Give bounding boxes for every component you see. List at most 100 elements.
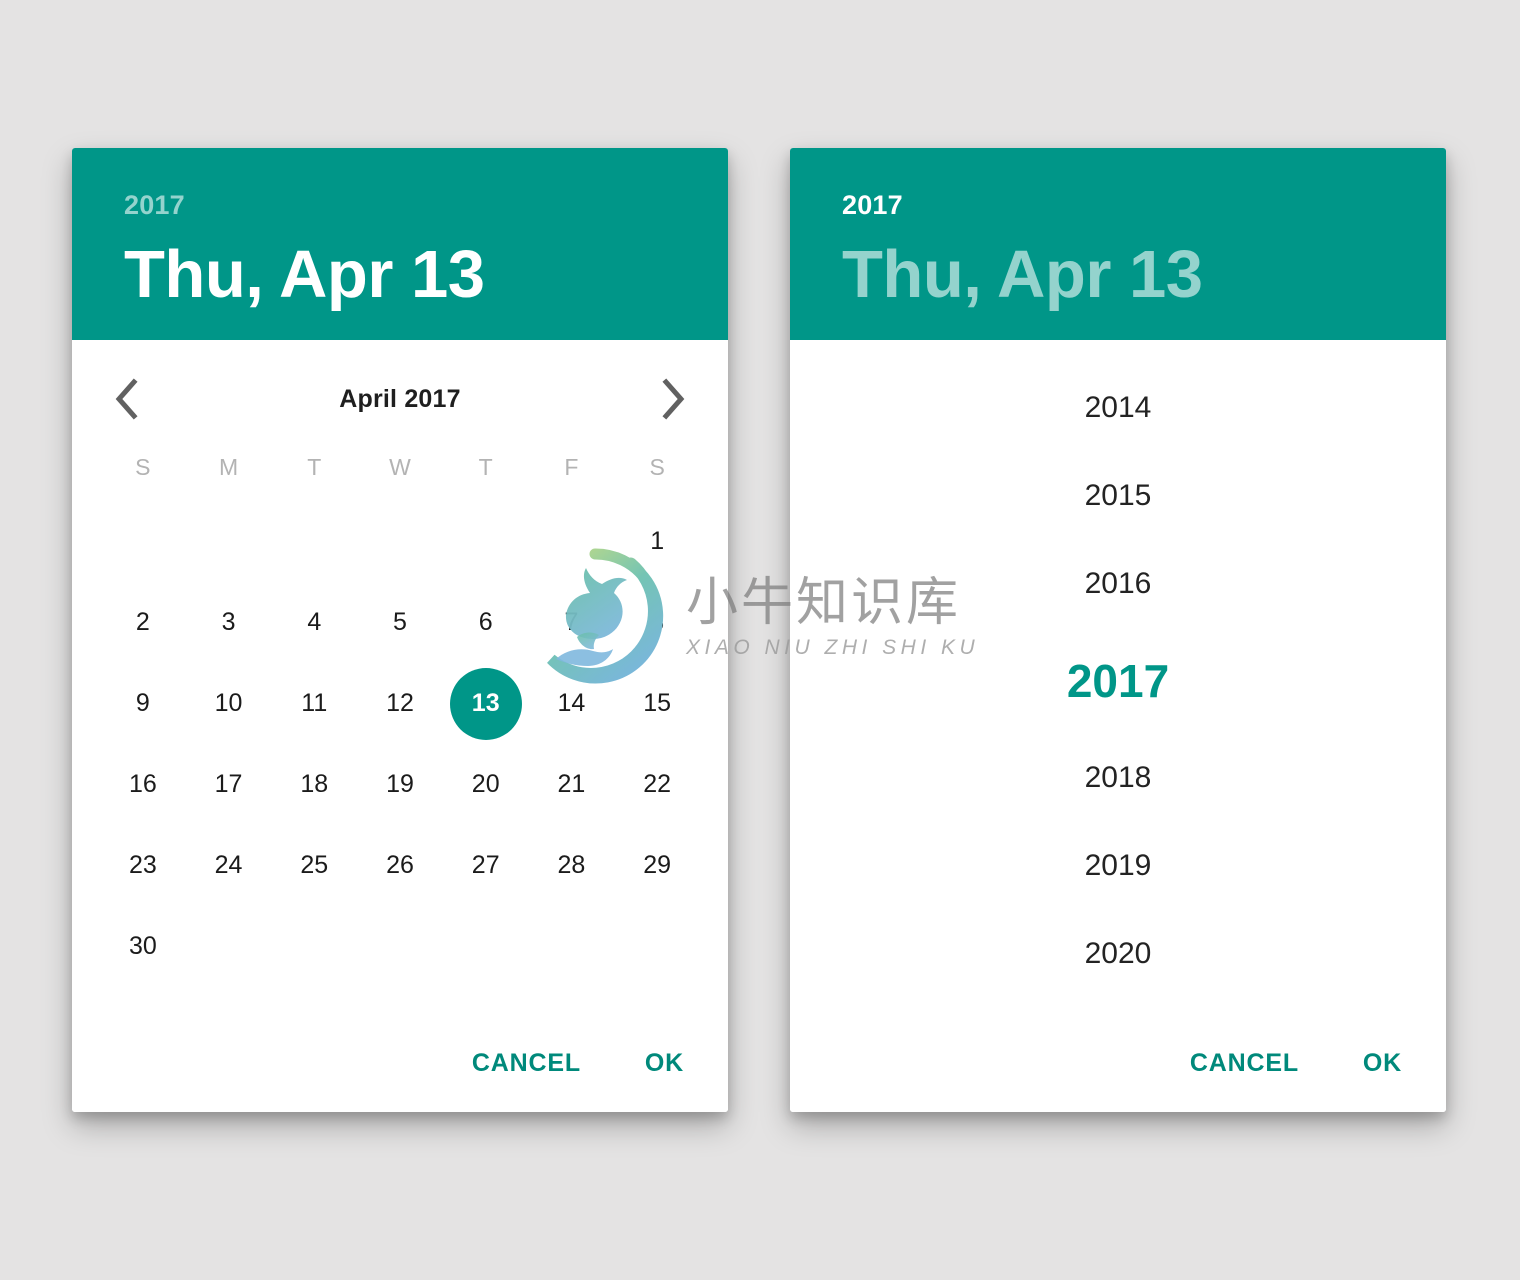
calendar-day-label: 21 [557, 770, 586, 798]
calendar-day-label: 29 [643, 851, 672, 879]
year-item[interactable]: 2020 [1085, 910, 1152, 998]
calendar-day[interactable]: 30 [100, 906, 186, 987]
calendar-day-label: 19 [386, 770, 414, 798]
calendar-day-label: 10 [214, 689, 243, 717]
header-date-label[interactable]: Thu, Apr 13 [842, 241, 1446, 308]
calendar-day-label: 26 [386, 851, 414, 879]
calendar-day-label: 4 [307, 608, 322, 636]
calendar-day[interactable]: 2 [100, 582, 186, 663]
calendar-day[interactable]: 1 [614, 501, 700, 582]
header-date-label[interactable]: Thu, Apr 13 [124, 241, 728, 308]
weekday-label: M [218, 454, 239, 480]
calendar-day[interactable]: 27 [443, 825, 529, 906]
calendar-day[interactable]: 28 [529, 825, 615, 906]
calendar-day[interactable]: 26 [357, 825, 443, 906]
calendar-day-label: 2 [135, 608, 150, 636]
calendar-day-label: 25 [300, 851, 329, 879]
weekday-label: S [135, 454, 151, 480]
weekday-label: T [478, 454, 493, 480]
weekday-header-row: SMTWTFS [72, 456, 728, 479]
calendar-day-empty [186, 501, 272, 582]
calendar-day-label: 9 [135, 689, 150, 717]
calendar-day[interactable]: 19 [357, 744, 443, 825]
calendar-day[interactable]: 3 [186, 582, 272, 663]
calendar-day[interactable]: 16 [100, 744, 186, 825]
year-picker-header: 2017 Thu, Apr 13 [790, 148, 1446, 340]
calendar-day[interactable]: 22 [614, 744, 700, 825]
calendar-day[interactable]: 8 [614, 582, 700, 663]
calendar-day[interactable]: 14 [529, 663, 615, 744]
date-picker-dialog: 2017 Thu, Apr 13 April 2017 SMTWTFS 1234 [72, 148, 728, 1112]
calendar-day-label: 16 [128, 770, 157, 798]
weekday-label: W [389, 454, 411, 480]
calendar-day-empty [100, 501, 186, 582]
year-list[interactable]: 2014 2015 2016 2017 2018 2019 2020 [790, 340, 1446, 998]
calendar-day-label: 18 [300, 770, 329, 798]
calendar-day[interactable]: 18 [271, 744, 357, 825]
calendar-day-label: 14 [557, 689, 586, 717]
calendar-day-label: 1 [650, 527, 665, 555]
calendar-day[interactable]: 9 [100, 663, 186, 744]
calendar-day-label: 15 [643, 689, 672, 717]
calendar-day-label: 23 [128, 851, 157, 879]
date-picker-body: April 2017 SMTWTFS 1 2 3 4 5 6 7 8 9 10 11 12 13 14 15… [72, 340, 728, 1112]
chevron-right-icon[interactable] [648, 373, 700, 425]
header-year-label[interactable]: 2017 [842, 192, 1446, 219]
calendar-day[interactable]: 6 [443, 582, 529, 663]
calendar-day-empty [529, 501, 615, 582]
calendar-day[interactable]: 21 [529, 744, 615, 825]
calendar-day-label: 5 [393, 608, 407, 636]
calendar-day-label: 8 [650, 608, 665, 636]
calendar-day[interactable]: 10 [186, 663, 272, 744]
calendar-day-empty [271, 501, 357, 582]
calendar-day[interactable]: 23 [100, 825, 186, 906]
calendar-day[interactable]: 7 [529, 582, 615, 663]
ok-button[interactable]: OK [1345, 1037, 1420, 1090]
year-item[interactable]: 2019 [1085, 822, 1152, 910]
calendar-day[interactable]: 12 [357, 663, 443, 744]
calendar-day-label: 17 [214, 770, 243, 798]
calendar-day-label: 28 [557, 851, 586, 879]
calendar-day-selected[interactable]: 13 [443, 663, 529, 744]
year-picker-body: 2014 2015 2016 2017 2018 2019 2020 CANCEL OK [790, 340, 1446, 1112]
calendar-day-label: 6 [478, 608, 493, 636]
calendar-day[interactable]: 24 [186, 825, 272, 906]
calendar-day-label: 12 [386, 689, 414, 717]
calendar-day[interactable]: 4 [271, 582, 357, 663]
screenshot-stage: 2017 Thu, Apr 13 April 2017 SMTWTFS 1234 [0, 0, 1520, 1280]
calendar-day[interactable]: 15 [614, 663, 700, 744]
month-navigation: April 2017 [72, 360, 728, 438]
calendar-day-label: 3 [221, 608, 236, 636]
calendar-day-empty [357, 501, 443, 582]
calendar-day-label: 24 [214, 851, 243, 879]
ok-button[interactable]: OK [627, 1037, 702, 1090]
calendar-day[interactable]: 17 [186, 744, 272, 825]
calendar-days-grid: 1 2 3 4 5 6 7 8 9 10 11 12 13 14 15 16 17 18 19 20 21 22 23 24 2… [72, 501, 728, 987]
calendar-day-label: 27 [471, 851, 500, 879]
date-picker-actions: CANCEL OK [454, 1037, 702, 1090]
year-item[interactable]: 2014 [1085, 364, 1152, 452]
calendar-day[interactable]: 29 [614, 825, 700, 906]
year-picker-dialog: 2017 Thu, Apr 13 2014 2015 2016 2017 2018 201… [790, 148, 1446, 1112]
calendar-day[interactable]: 11 [271, 663, 357, 744]
cancel-button[interactable]: CANCEL [1172, 1037, 1317, 1090]
calendar-day-empty [443, 501, 529, 582]
calendar-day-label: 22 [643, 770, 672, 798]
date-picker-header: 2017 Thu, Apr 13 [72, 148, 728, 340]
weekday-label: F [564, 454, 579, 480]
calendar-day-label: 13 [449, 667, 522, 740]
year-item-selected[interactable]: 2017 [1067, 628, 1169, 734]
weekday-label: T [307, 454, 322, 480]
year-picker-actions: CANCEL OK [1172, 1037, 1420, 1090]
cancel-button[interactable]: CANCEL [454, 1037, 599, 1090]
calendar-day[interactable]: 20 [443, 744, 529, 825]
calendar-day[interactable]: 25 [271, 825, 357, 906]
year-item[interactable]: 2015 [1085, 452, 1152, 540]
year-item[interactable]: 2018 [1085, 734, 1152, 822]
calendar-day[interactable]: 5 [357, 582, 443, 663]
weekday-label: S [649, 454, 665, 480]
calendar-day-label: 30 [128, 932, 157, 960]
year-item[interactable]: 2016 [1085, 540, 1152, 628]
header-year-label[interactable]: 2017 [124, 192, 728, 219]
chevron-left-icon[interactable] [100, 373, 152, 425]
